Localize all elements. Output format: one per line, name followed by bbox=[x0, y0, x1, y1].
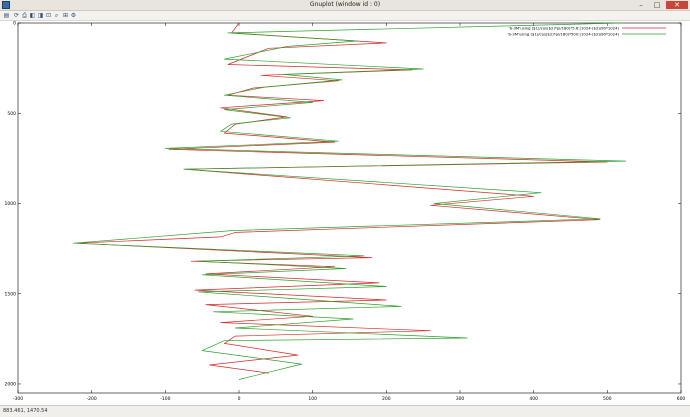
toolbar-button-5[interactable]: ⊡ bbox=[45, 12, 52, 19]
toolbar-button-7[interactable]: ⊞ bbox=[62, 12, 69, 19]
x-tick-label: 300 bbox=[456, 396, 465, 402]
series-line-1 bbox=[72, 22, 627, 380]
toolbar-button-1[interactable]: ⟳ bbox=[13, 12, 20, 19]
x-tick-label: 200 bbox=[382, 396, 391, 402]
legend-label-0: 'b-3M'using ($1)/cos($2)*pi/180)*5.6:(10… bbox=[509, 26, 620, 31]
close-button[interactable]: ✕ bbox=[666, 1, 688, 9]
y-tick-label: 0 bbox=[13, 21, 16, 27]
x-tick-label: -300 bbox=[13, 396, 23, 402]
legend: 'b-3M'using ($1)/cos($2)*pi/180)*5.6:(10… bbox=[507, 26, 666, 37]
plot-border bbox=[17, 22, 682, 394]
window-title: Gnuplot (window id : 0) bbox=[309, 1, 381, 8]
x-tick-label: -200 bbox=[87, 396, 97, 402]
minimize-button[interactable]: – bbox=[634, 1, 648, 9]
toolbar: ▤ ⟳ ⎙ ◧ ◨ ⊡ ⌕ ⊞ ⚙ bbox=[0, 11, 690, 21]
y-tick-label: 1500 bbox=[5, 291, 17, 297]
y-tick-label: 2000 bbox=[5, 382, 17, 388]
axis-ticks-group: -300 -200 -100 0 100 200 300 400 500 600 0 500 1000 1… bbox=[5, 21, 686, 402]
mouse-coordinates: 883.461, 1470.54 bbox=[3, 408, 48, 414]
x-tick-label: -100 bbox=[160, 396, 170, 402]
toolbar-button-4[interactable]: ◨ bbox=[37, 12, 44, 19]
toolbar-button-2[interactable]: ⎙ bbox=[21, 12, 28, 19]
maximize-button[interactable]: □ bbox=[650, 1, 664, 9]
x-tick-label: 600 bbox=[677, 396, 686, 402]
toolbar-button-8[interactable]: ⚙ bbox=[70, 12, 77, 19]
toolbar-button-6[interactable]: ⌕ bbox=[53, 12, 60, 19]
title-bar[interactable]: Gnuplot (window id : 0) – □ ✕ bbox=[0, 0, 690, 11]
gnuplot-chart: -300 -200 -100 0 100 200 300 400 500 600 0 500 1000 1… bbox=[5, 21, 686, 402]
x-tick-label: 400 bbox=[529, 396, 538, 402]
toolbar-button-3[interactable]: ◧ bbox=[29, 12, 36, 19]
gnuplot-window: Gnuplot (window id : 0) – □ ✕ ▤ ⟳ ⎙ ◧ ◨ … bbox=[0, 0, 690, 417]
x-tick-label: 500 bbox=[603, 396, 612, 402]
series-line-0 bbox=[76, 22, 608, 374]
x-tick-label: 100 bbox=[308, 396, 317, 402]
x-tick-label: 0 bbox=[238, 396, 241, 402]
status-bar: 883.461, 1470.54 bbox=[0, 405, 690, 417]
plot-border-group bbox=[17, 22, 682, 394]
series-group bbox=[72, 22, 627, 380]
legend-label-1: 'b-3M'using ($1)/cos($2)*pi/180)*500:(10… bbox=[507, 32, 619, 37]
toolbar-button-0[interactable]: ▤ bbox=[3, 12, 10, 19]
y-tick-label: 500 bbox=[7, 111, 16, 117]
y-tick-label: 1000 bbox=[5, 201, 17, 207]
plot-area[interactable]: -300 -200 -100 0 100 200 300 400 500 600 0 500 1000 1… bbox=[0, 21, 690, 404]
